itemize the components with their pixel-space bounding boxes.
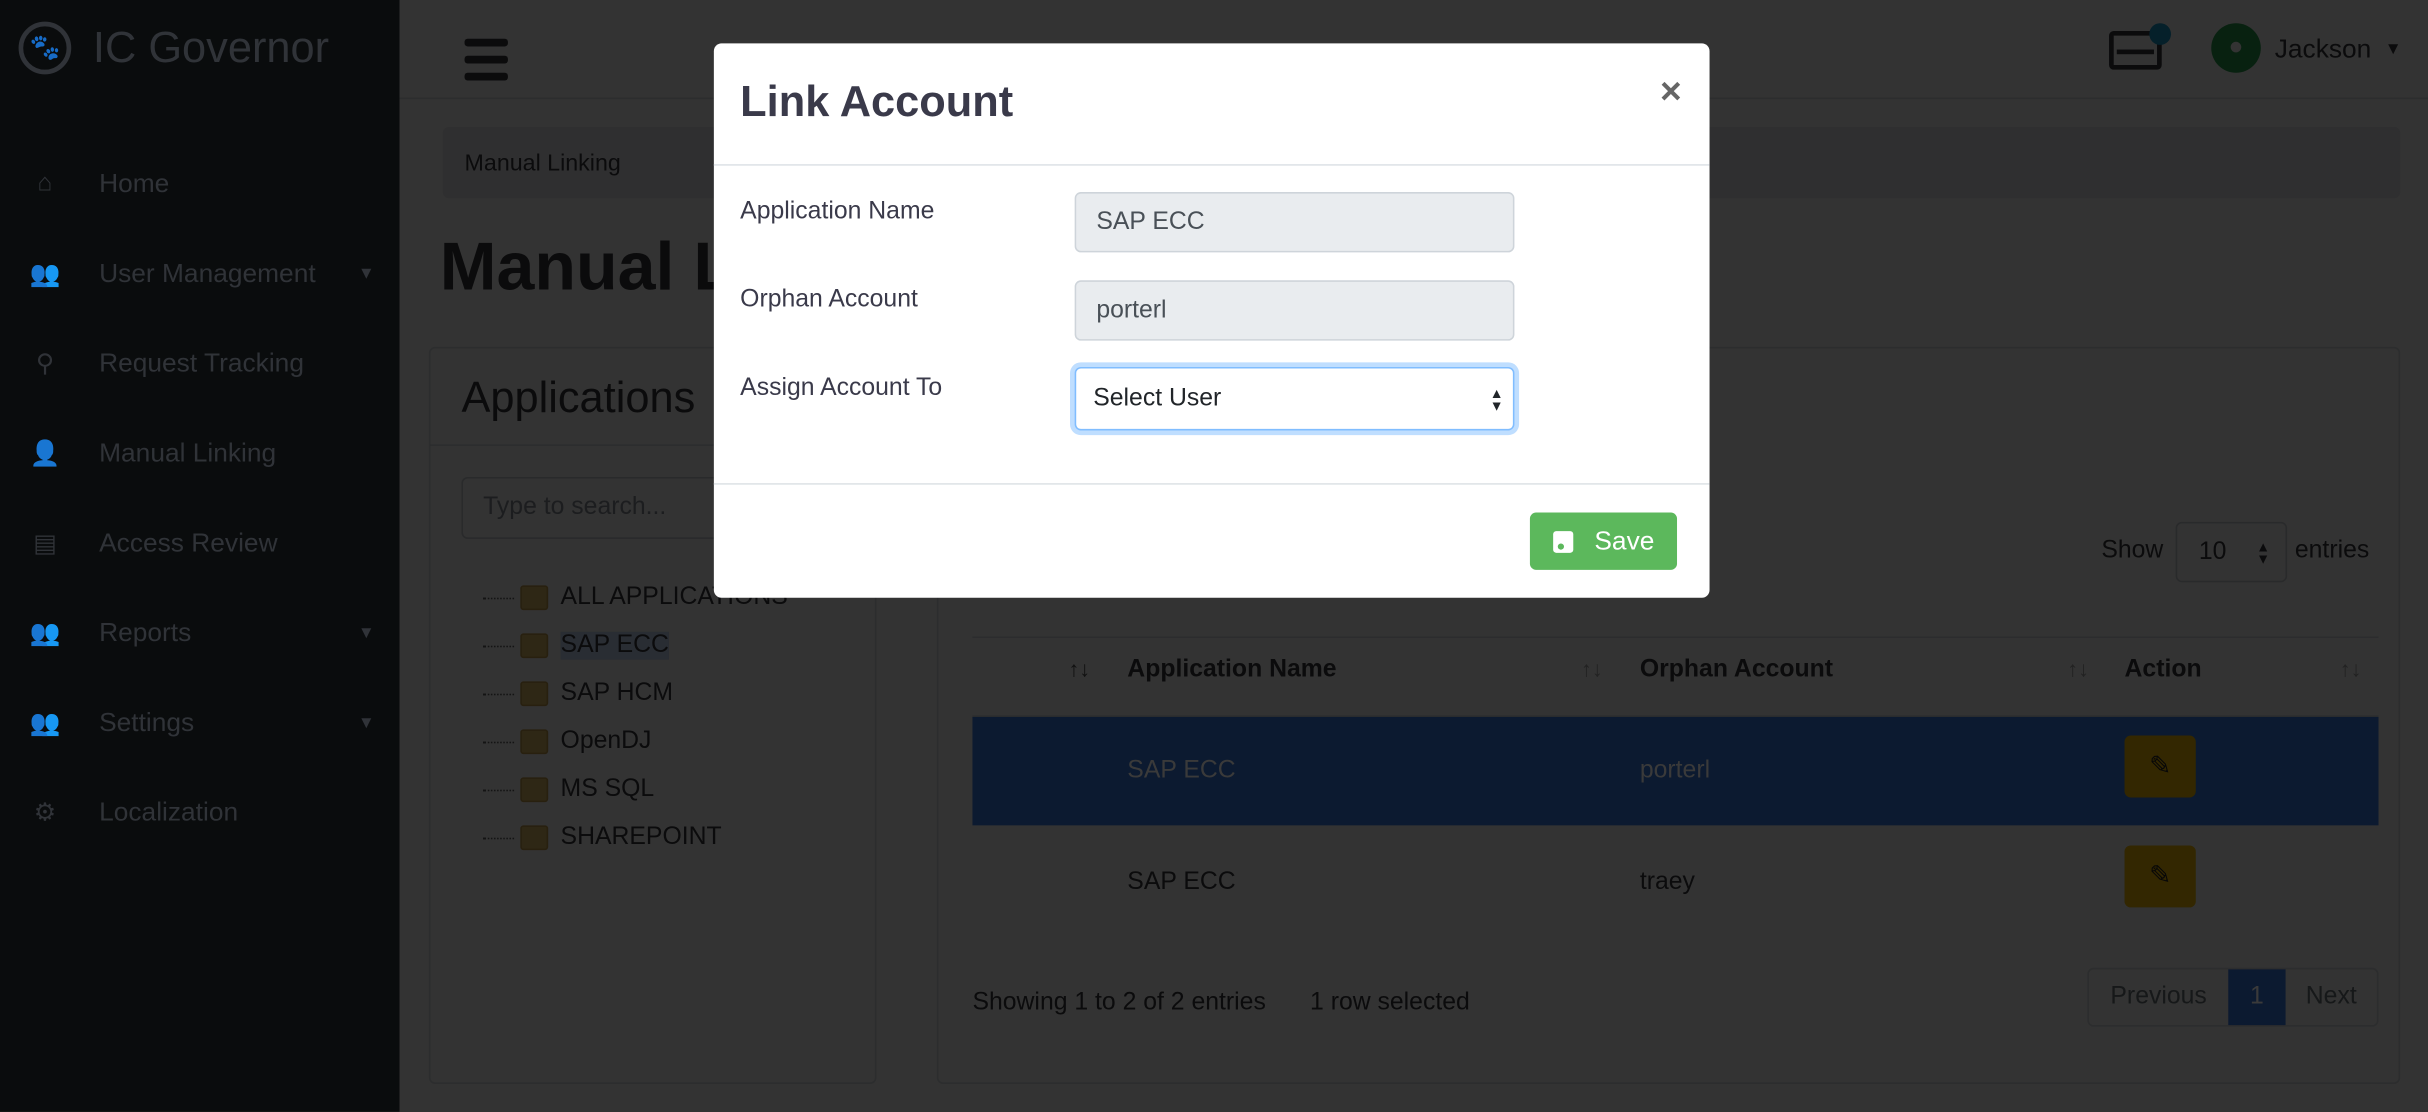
tree-item[interactable]: OpenDJ — [483, 722, 651, 762]
save-button[interactable]: Save — [1529, 512, 1678, 570]
avatar[interactable]: ● — [2211, 23, 2261, 73]
gear-icon: ⚙ — [33, 800, 57, 827]
tree-item-label: SAP HCM — [560, 679, 673, 707]
field-label: Application Name — [740, 198, 935, 225]
tree-item[interactable]: MS SQL — [483, 770, 654, 810]
sidebar-item-home[interactable]: ⌂ Home — [0, 153, 400, 215]
user-name[interactable]: Jackson — [2275, 34, 2372, 65]
sidebar-item-access-review[interactable]: ▤ Access Review — [0, 513, 400, 575]
sidebar-item-label: Request Tracking — [99, 348, 304, 378]
link-account-modal: Link Account × Application Name SAP ECC … — [713, 43, 1710, 598]
tree-item[interactable]: SAP ECC — [483, 626, 669, 666]
assign-user-select[interactable]: Select User ▲ ▼ — [1074, 366, 1515, 431]
tree-item-label: SHAREPOINT — [560, 823, 722, 851]
sort-icon[interactable]: ↑↓ — [2340, 657, 2362, 682]
caret-down-icon: ▼ — [357, 624, 375, 643]
cell-app: SAP ECC — [1127, 868, 1236, 896]
tree-item[interactable]: SAP HCM — [483, 674, 673, 714]
sidebar-item-reports[interactable]: 👥 Reports ▼ — [0, 602, 400, 664]
sort-icon[interactable]: ↑↓ — [1581, 657, 1603, 682]
hamburger-menu-icon[interactable] — [464, 38, 508, 81]
orphan-account-field: porterl — [1074, 280, 1515, 341]
tree-item-label: OpenDJ — [560, 727, 652, 755]
modal-title: Link Account — [740, 77, 1014, 126]
select-arrows-icon: ▲ ▼ — [2256, 538, 2271, 567]
folder-icon — [520, 729, 549, 755]
home-icon: ⌂ — [37, 170, 53, 197]
table-info: Showing 1 to 2 of 2 entries — [972, 989, 1266, 1016]
pagination: Previous 1 Next — [2087, 967, 2379, 1027]
folder-icon — [520, 681, 549, 707]
previous-button[interactable]: Previous — [2089, 969, 2228, 1025]
page-1-button[interactable]: 1 — [2228, 969, 2286, 1026]
folder-icon — [520, 825, 549, 851]
next-button[interactable]: Next — [2286, 969, 2377, 1025]
header-application-name[interactable]: Application Name — [1127, 657, 1336, 685]
caret-down-icon: ▼ — [357, 264, 375, 284]
header-action[interactable]: Action — [2125, 657, 2202, 685]
logo[interactable]: 🐾 IC Governor — [18, 21, 330, 75]
application-name-field: SAP ECC — [1074, 192, 1515, 253]
selection-info: 1 row selected — [1310, 989, 1470, 1016]
caret-down-icon: ▼ — [357, 713, 375, 733]
user-icon: 👤 — [29, 441, 61, 468]
panel-title: Applications — [461, 373, 696, 422]
cell-account: traey — [1639, 868, 1695, 896]
sidebar-item-settings[interactable]: 👥 Settings ▼ — [0, 692, 400, 754]
edit-icon: ✎ — [2149, 751, 2172, 781]
sidebar-item-localization[interactable]: ⚙ Localization — [0, 782, 400, 844]
search-icon: ⚲ — [35, 351, 54, 378]
sidebar-item-request-tracking[interactable]: ⚲ Request Tracking — [0, 333, 400, 395]
header-orphan-account[interactable]: Orphan Account — [1640, 657, 1833, 685]
sidebar-item-manual-linking[interactable]: 👤 Manual Linking — [0, 423, 400, 485]
field-label: Assign Account To — [740, 374, 943, 402]
tree-item-label: SAP ECC — [560, 631, 669, 660]
edit-button[interactable]: ✎ — [2124, 845, 2196, 908]
users-icon: 👥 — [29, 710, 61, 738]
close-icon[interactable]: × — [1660, 71, 1682, 114]
sidebar-item-label: Localization — [99, 797, 239, 827]
folder-icon — [520, 633, 549, 659]
folder-icon — [520, 777, 549, 803]
users-icon: 👥 — [29, 620, 61, 648]
notification-badge — [2149, 23, 2171, 45]
cell-app: SAP ECC — [1127, 757, 1236, 784]
cell-account: porterl — [1639, 757, 1711, 784]
sidebar-item-label: User Management — [99, 258, 316, 289]
edit-button[interactable]: ✎ — [2124, 735, 2196, 798]
tree-item[interactable]: SHAREPOINT — [483, 818, 722, 858]
show-label: Show — [2101, 537, 2164, 564]
sidebar-item-label: Access Review — [99, 528, 278, 558]
sidebar-item-label: Home — [99, 168, 170, 199]
app-title: IC Governor — [92, 23, 330, 72]
sidebar-item-label: Reports — [99, 617, 192, 648]
sort-icon[interactable]: ↑↓ — [2067, 657, 2089, 682]
save-icon — [1552, 530, 1573, 553]
entries-label: entries — [2294, 537, 2370, 564]
edit-icon: ✎ — [2149, 860, 2172, 891]
field-label: Orphan Account — [740, 286, 918, 313]
users-icon: 👥 — [29, 261, 61, 289]
clipboard-icon: ▤ — [33, 531, 57, 558]
paw-icon: 🐾 — [18, 21, 72, 75]
tree-item-label: MS SQL — [560, 775, 655, 803]
sort-icon[interactable]: ↑↓ — [1068, 657, 1090, 682]
select-arrows-icon: ▲ ▼ — [1489, 385, 1504, 414]
sidebar-item-user-management[interactable]: 👥 User Management ▼ — [0, 243, 400, 305]
sidebar-item-label: Settings — [99, 707, 195, 738]
sidebar-item-label: Manual Linking — [99, 438, 277, 468]
entries-select[interactable]: 10 ▲ ▼ — [2175, 521, 2288, 583]
caret-down-icon[interactable]: ▼ — [2385, 40, 2402, 59]
folder-icon — [520, 585, 549, 611]
sidebar: 🐾 IC Governor ⌂ Home 👥 User Management ▼ ⚲ Req… — [0, 0, 400, 1112]
